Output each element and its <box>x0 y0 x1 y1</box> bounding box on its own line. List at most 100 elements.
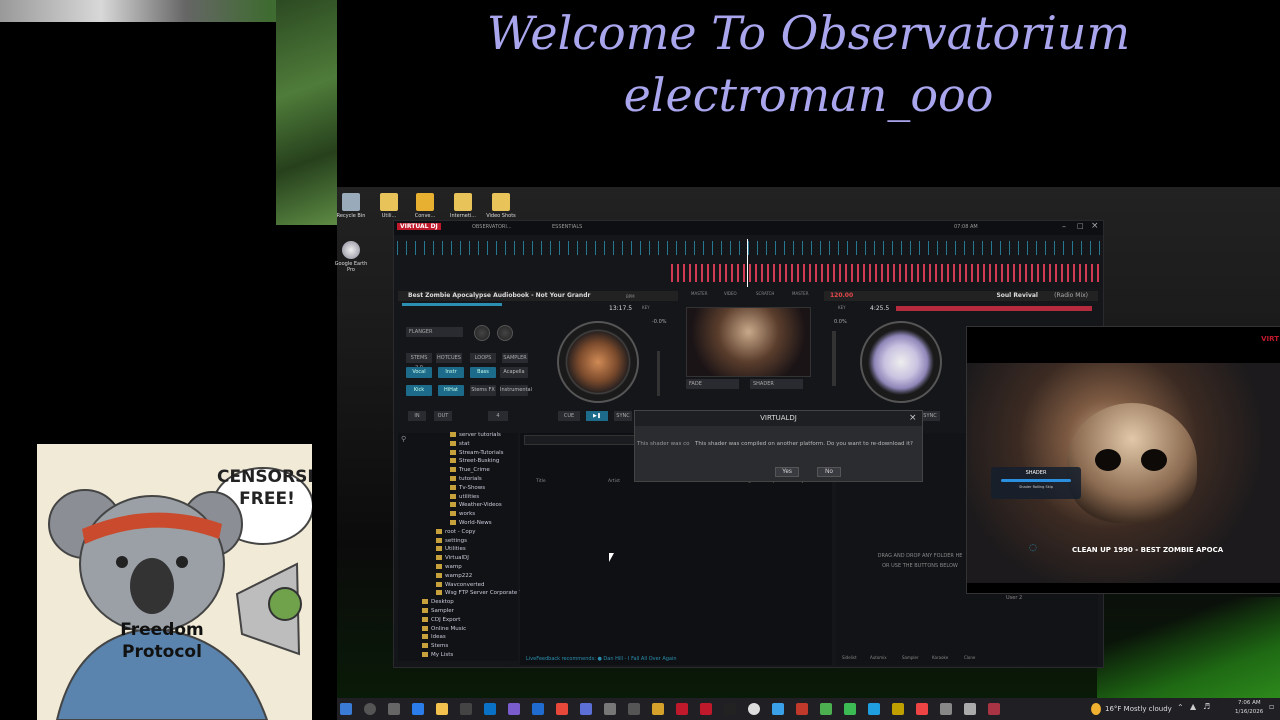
tab-sampler[interactable]: Sampler <box>902 655 919 660</box>
vlc-icon[interactable] <box>652 703 664 715</box>
folder-tree-item[interactable]: root - Copy <box>436 528 520 537</box>
edge-icon[interactable] <box>412 703 424 715</box>
app-icon-5[interactable] <box>628 703 640 715</box>
deck1-fx-select[interactable]: FLANGER <box>406 327 463 337</box>
chevron-up-icon[interactable]: ⌃ <box>1177 703 1184 712</box>
video-output-window[interactable]: VIRT SHADER Shader Rolling Skip ◌ CLEAN … <box>966 326 1280 594</box>
search-input[interactable] <box>524 435 644 445</box>
folder-tree-item[interactable]: CDJ Export <box>422 616 520 625</box>
chrome-icon[interactable] <box>556 703 568 715</box>
tab-clone[interactable]: Clone <box>964 655 975 660</box>
deck2-sync-button[interactable]: SYNC <box>920 411 940 421</box>
folder-tree-item[interactable]: Tv-Shows <box>450 484 520 493</box>
folder-tree-item[interactable]: Utilities <box>436 545 520 554</box>
store-icon[interactable] <box>460 703 472 715</box>
folder-tree-item[interactable]: settings <box>436 537 520 546</box>
deck1-pitch-slider[interactable] <box>657 351 660 396</box>
tab-essentials[interactable]: ESSENTIALS <box>552 224 582 230</box>
waveform-deck1[interactable] <box>394 241 1103 255</box>
volume-icon[interactable]: ♬ <box>1203 702 1210 711</box>
app-icon-16[interactable] <box>988 703 1000 715</box>
folder-tree-item[interactable]: Ideas <box>422 633 520 642</box>
desktop-icon-internet[interactable]: Interneti... <box>445 193 481 219</box>
opera-icon[interactable] <box>700 703 712 715</box>
col-title[interactable]: Title <box>536 479 546 484</box>
app-icon-14[interactable] <box>940 703 952 715</box>
pad-stems-fx[interactable]: Stems FX <box>470 385 496 396</box>
pad-mode-hotcues[interactable]: HOTCUES <box>436 353 462 363</box>
dialog-no-button[interactable]: No <box>817 467 841 477</box>
deck1-play-button[interactable]: ▶❚ <box>586 411 608 421</box>
app-icon-7[interactable] <box>748 703 760 715</box>
minimize-icon[interactable]: – <box>1062 222 1066 231</box>
tab-observatorium[interactable]: OBSERVATORI... <box>472 224 512 230</box>
pad-instr[interactable]: Instr <box>438 367 464 378</box>
desktop-icon-utilities[interactable]: Utili... <box>371 193 407 219</box>
folder-tree-item[interactable]: World-News <box>450 519 520 528</box>
deck1-sync-button[interactable]: SYNC <box>614 411 632 421</box>
app-icon-9[interactable] <box>820 703 832 715</box>
dialog-close-button[interactable]: × <box>909 413 917 423</box>
vdj-titlebar[interactable]: VIRTUAL DJ OBSERVATORI... ESSENTIALS 07:… <box>394 221 1103 235</box>
deck1-fx-knob-2[interactable] <box>497 325 513 341</box>
taskbar-time[interactable]: 7:06 AM <box>1238 700 1261 706</box>
app-icon-3[interactable] <box>580 703 592 715</box>
maximize-icon[interactable]: □ <box>1077 222 1084 230</box>
deck1-progress[interactable] <box>402 303 502 306</box>
center-tab-master-2[interactable]: MASTER <box>792 291 808 296</box>
folder-tree-item[interactable]: Wsg FTP Server Corporate 7.3.8 <box>436 589 533 598</box>
app-icon-2[interactable] <box>532 703 544 715</box>
folder-tree-item[interactable]: Street-Busking <box>450 457 520 466</box>
app-icon-10[interactable] <box>844 703 856 715</box>
deck2-progress[interactable] <box>896 306 1092 311</box>
tab-sidelist[interactable]: Sidelist <box>842 655 857 660</box>
pad-vocal[interactable]: Vocal <box>406 367 432 378</box>
pad-hihat[interactable]: HiHat <box>438 385 464 396</box>
app-icon-4[interactable] <box>604 703 616 715</box>
mail-icon[interactable] <box>484 703 496 715</box>
dialog-yes-button[interactable]: Yes <box>775 467 799 477</box>
notification-icon[interactable]: ▫ <box>1269 702 1274 711</box>
app-icon-15[interactable] <box>964 703 976 715</box>
app-icon-8[interactable] <box>772 703 784 715</box>
obs-icon[interactable] <box>796 703 808 715</box>
folder-tree-item[interactable]: tutorials <box>450 475 520 484</box>
col-artist[interactable]: Artist <box>608 479 620 484</box>
network-icon[interactable]: ▲ <box>1190 702 1196 711</box>
folder-tree-item[interactable]: stat <box>450 440 520 449</box>
search-icon[interactable]: ⚲ <box>401 435 406 443</box>
folder-tree-item[interactable]: Wavconverted <box>436 581 520 590</box>
app-icon-11[interactable] <box>868 703 880 715</box>
app-icon-12[interactable] <box>892 703 904 715</box>
folder-tree-item[interactable]: Stems <box>422 642 520 651</box>
video-preview[interactable] <box>686 307 811 377</box>
loop-out-button[interactable]: OUT <box>434 411 452 421</box>
pad-bass[interactable]: Bass <box>470 367 496 378</box>
pad-mode-sampler[interactable]: SAMPLER <box>502 353 528 363</box>
video-fx-shader[interactable]: SHADER <box>750 379 803 389</box>
folder-tree-item[interactable]: works <box>450 510 520 519</box>
deck1-cue-button[interactable]: CUE <box>558 411 580 421</box>
deck2-jogwheel[interactable] <box>860 321 942 403</box>
tab-karaoke[interactable]: Karaoke <box>932 655 948 660</box>
search-icon[interactable] <box>364 703 376 715</box>
app-icon-13[interactable] <box>916 703 928 715</box>
start-icon[interactable] <box>340 703 352 715</box>
channel-fader[interactable] <box>832 331 836 386</box>
virtualdj-taskbar-icon[interactable] <box>724 703 736 715</box>
folder-tree-item[interactable]: server tutorials <box>450 431 520 440</box>
weather-text[interactable]: 16°F Mostly cloudy <box>1105 705 1172 713</box>
folder-tree-item[interactable]: wamp222 <box>436 572 520 581</box>
pad-acapella[interactable]: Acapella <box>500 367 528 378</box>
taskbar-date[interactable]: 1/16/2026 <box>1235 709 1263 715</box>
center-tab-scratch[interactable]: SCRATCH <box>756 291 774 296</box>
waveform-deck2[interactable] <box>669 264 1103 282</box>
loop-size-display[interactable]: 4 <box>488 411 508 421</box>
center-tab-master[interactable]: MASTER <box>691 291 707 296</box>
folder-tree-item[interactable]: wamp <box>436 563 520 572</box>
center-tab-video[interactable]: VIDEO <box>724 291 737 296</box>
pad-instrumental[interactable]: Instrumental <box>500 385 532 396</box>
desktop-icon-google-earth[interactable]: Google Earth Pro <box>333 241 369 273</box>
folder-tree-item[interactable]: Weather-Videos <box>450 501 520 510</box>
pad-kick[interactable]: Kick <box>406 385 432 396</box>
